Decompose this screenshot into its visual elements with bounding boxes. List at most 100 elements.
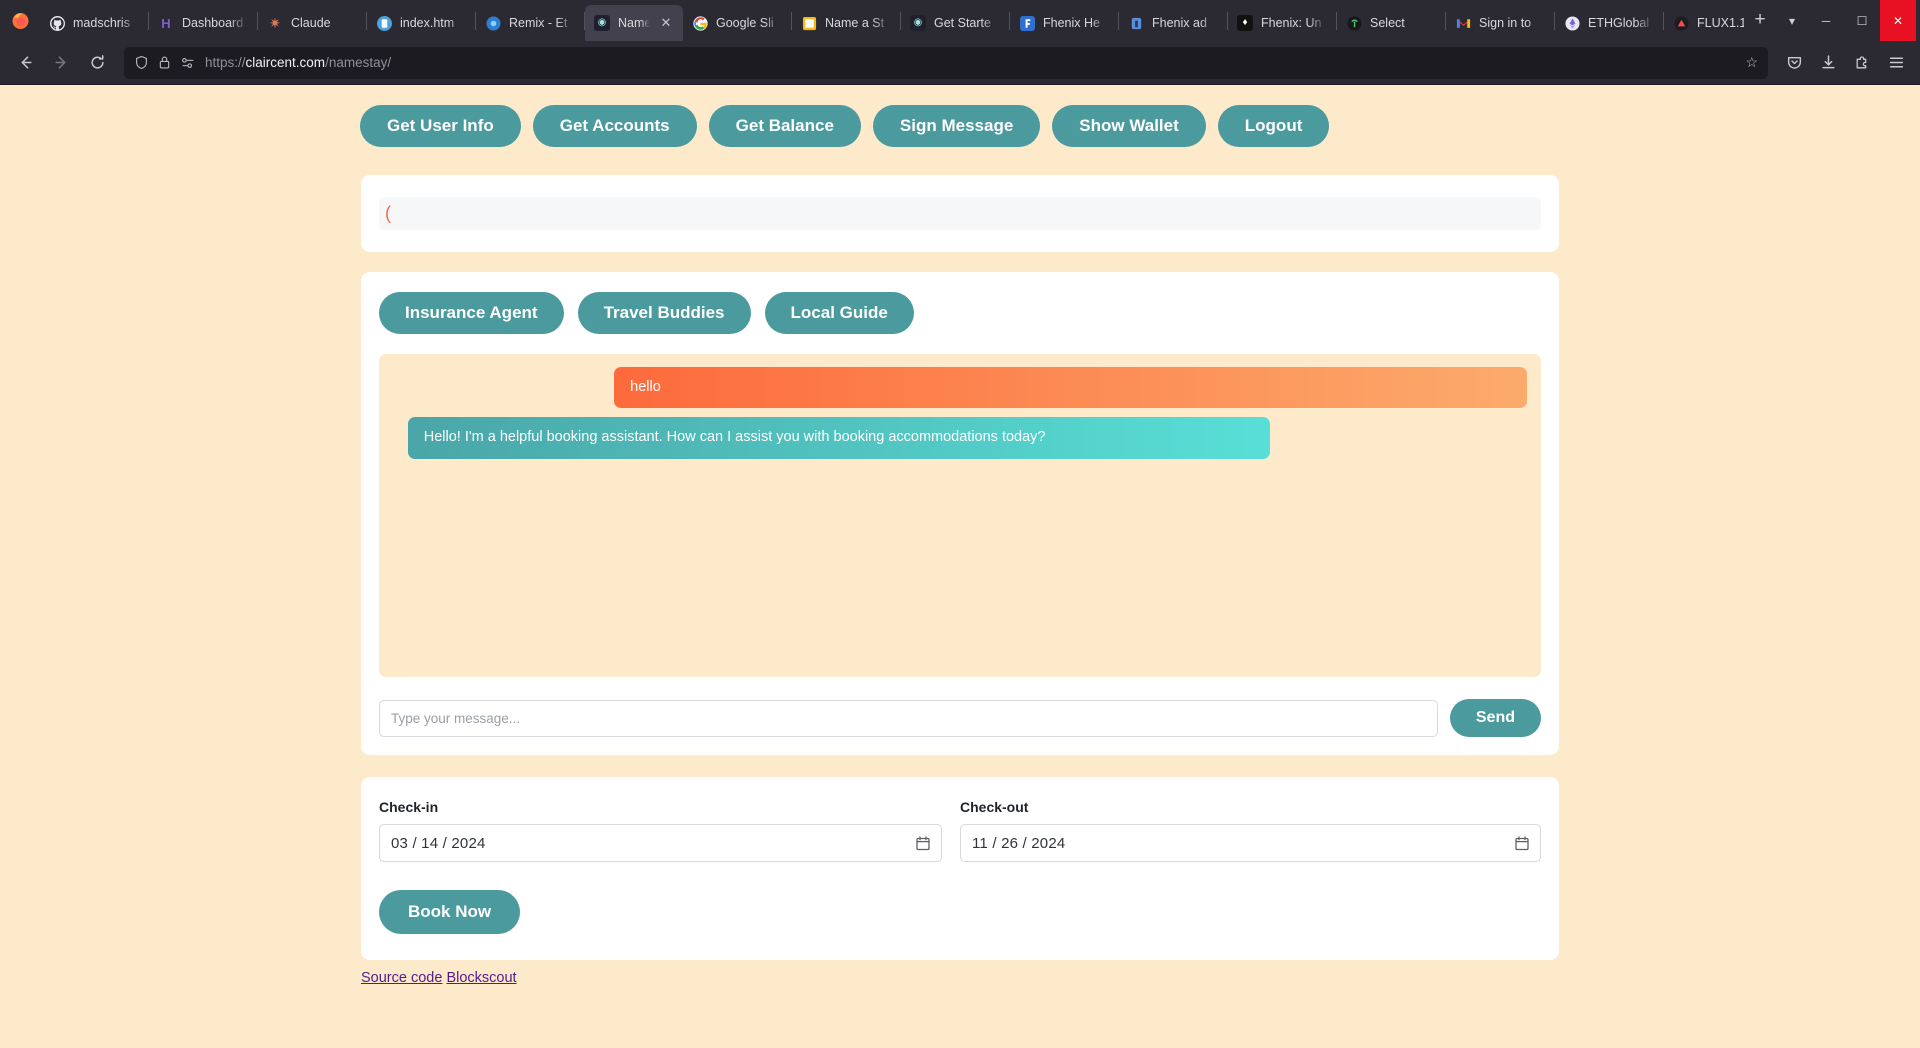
forward-button[interactable] <box>44 47 78 79</box>
tab-0[interactable]: madschris ✕ <box>40 5 148 41</box>
url-text[interactable]: https://claircent.com/namestay/ <box>205 55 1736 70</box>
google-slides-icon <box>692 15 708 31</box>
tab-9[interactable]: Fhenix He ✕ <box>1010 5 1118 41</box>
namestay-icon: ◉ <box>594 15 610 31</box>
agent-local-guide-button[interactable]: Local Guide <box>764 292 914 334</box>
agent-travel-buddies-button[interactable]: Travel Buddies <box>577 292 751 334</box>
checkout-label: Check-out <box>960 799 1029 815</box>
tab-7[interactable]: Name a St ✕ <box>792 5 900 41</box>
permissions-icon[interactable] <box>180 56 196 70</box>
tab-13[interactable]: Sign in to ✕ <box>1446 5 1554 41</box>
tab-4[interactable]: Remix - Et ✕ <box>476 5 584 41</box>
checkout-group: Check-out 11 / 26 / 2024 <box>960 799 1541 862</box>
back-button[interactable] <box>8 47 42 79</box>
browser-window: madschris ✕ H Dashboard ✕ ✷ Claude ✕ ind… <box>0 0 1920 1048</box>
tab-label: Dashboard <box>182 16 244 30</box>
close-icon[interactable]: ✕ <box>658 15 674 31</box>
tab-label: FLUX1.1 [pr <box>1697 16 1744 30</box>
new-tab-button[interactable]: + <box>1744 5 1776 37</box>
tab-label: Remix - Et <box>509 16 568 30</box>
calendar-icon[interactable] <box>916 835 930 851</box>
minimize-button[interactable]: ─ <box>1808 0 1844 41</box>
close-icon: ✕ <box>1892 13 1904 28</box>
flux-icon <box>1673 15 1689 31</box>
tab-label: index.htm <box>400 16 455 30</box>
get-balance-button[interactable]: Get Balance <box>708 105 861 147</box>
huggingface-icon: H <box>161 15 171 31</box>
checkout-date-value: 11 / 26 / 2024 <box>972 834 1066 852</box>
tab-12[interactable]: Select ✕ <box>1337 5 1445 41</box>
maximize-button[interactable]: ☐ <box>1844 0 1880 41</box>
palm-icon <box>1346 15 1362 31</box>
send-button[interactable]: Send <box>1449 699 1541 737</box>
tabs-container: madschris ✕ H Dashboard ✕ ✷ Claude ✕ ind… <box>40 0 1744 41</box>
tab-label: ETHGlobal <box>1588 16 1650 30</box>
fhenix-icon <box>1019 15 1035 31</box>
checkin-date-input[interactable]: 03 / 14 / 2024 <box>379 824 942 862</box>
tab-label: Sign in to <box>1479 16 1532 30</box>
checkin-date-value: 03 / 14 / 2024 <box>391 834 486 852</box>
namestay-app: Get User Info Get Accounts Get Balance S… <box>0 95 1920 986</box>
note-icon <box>801 15 817 31</box>
blockscout-link[interactable]: Blockscout <box>446 970 516 986</box>
tab-14[interactable]: ETHGlobal ✕ <box>1555 5 1663 41</box>
extensions-icon[interactable] <box>1846 47 1878 79</box>
list-all-tabs-icon[interactable]: ▾ <box>1776 5 1808 37</box>
url-host: claircent.com <box>245 55 326 70</box>
github-icon <box>49 15 65 31</box>
reload-button[interactable] <box>80 47 114 79</box>
calendar-icon[interactable] <box>1515 835 1529 851</box>
tab-15[interactable]: FLUX1.1 [pr ✕ <box>1664 5 1744 41</box>
address-bar[interactable]: https://claircent.com/namestay/ ☆ <box>124 46 1768 79</box>
tab-label: Name a <box>618 16 650 30</box>
tab-11[interactable]: ♦ Fhenix: Un ✕ <box>1228 5 1336 41</box>
chat-message-input[interactable] <box>379 699 1438 737</box>
fhenix-dark-icon: ♦ <box>1237 15 1253 31</box>
tab-10[interactable]: Fhenix ad ✕ <box>1119 5 1227 41</box>
tab-8[interactable]: ◉ Get Starte ✕ <box>901 5 1009 41</box>
downloads-icon[interactable] <box>1812 47 1844 79</box>
booking-card: Check-in 03 / 14 / 2024 Check-out 11 / 2… <box>361 777 1559 960</box>
tab-label: Claude <box>291 16 331 30</box>
tab-label: Fhenix: Un <box>1261 16 1322 30</box>
book-now-button[interactable]: Book Now <box>379 890 521 934</box>
remix-icon <box>485 15 501 31</box>
page-viewport: Get User Info Get Accounts Get Balance S… <box>0 85 1920 1048</box>
file-icon <box>376 15 392 31</box>
get-user-info-button[interactable]: Get User Info <box>360 105 521 147</box>
tab-1[interactable]: H Dashboard ✕ <box>149 5 257 41</box>
tab-6[interactable]: Google Sli ✕ <box>683 5 791 41</box>
url-path: /namestay/ <box>325 55 392 70</box>
agent-insurance-button[interactable]: Insurance Agent <box>379 292 564 334</box>
navigation-toolbar: https://claircent.com/namestay/ ☆ <box>0 41 1920 85</box>
logout-button[interactable]: Logout <box>1217 105 1330 147</box>
tab-3[interactable]: index.htm ✕ <box>367 5 475 41</box>
lock-icon[interactable] <box>158 55 171 70</box>
wallet-actions-row: Get User Info Get Accounts Get Balance S… <box>0 95 1920 147</box>
checkout-date-input[interactable]: 11 / 26 / 2024 <box>960 824 1541 862</box>
chat-input-row: Send <box>379 699 1541 737</box>
sign-message-button[interactable]: Sign Message <box>872 105 1041 147</box>
tab-label: Fhenix ad <box>1152 16 1207 30</box>
tab-label: madschris <box>73 16 130 30</box>
fhenix-alt-icon <box>1128 15 1144 31</box>
source-code-link[interactable]: Source code <box>361 970 442 986</box>
show-wallet-button[interactable]: Show Wallet <box>1052 105 1206 147</box>
checkin-label: Check-in <box>379 799 439 815</box>
hamburger-menu-icon[interactable] <box>1880 47 1912 79</box>
tab-label: Name a St <box>825 16 885 30</box>
window-close-button[interactable]: ✕ <box>1880 0 1916 41</box>
tab-5-active[interactable]: ◉ Name a ✕ <box>585 5 683 41</box>
gmail-icon <box>1455 15 1471 31</box>
chat-message-list[interactable]: hello Hello! I'm a helpful booking assis… <box>379 354 1541 677</box>
shield-icon[interactable] <box>134 55 149 70</box>
claude-icon: ✷ <box>269 15 281 31</box>
tab-label: Get Starte <box>934 16 991 30</box>
tab-label: Google Sli <box>716 16 774 30</box>
tab-2[interactable]: ✷ Claude ✕ <box>258 5 366 41</box>
save-to-pocket-icon[interactable] <box>1778 47 1810 79</box>
bookmark-star-icon[interactable]: ☆ <box>1745 54 1758 71</box>
get-accounts-button[interactable]: Get Accounts <box>532 105 697 147</box>
window-controls: ─ ☐ ✕ <box>1808 0 1916 41</box>
chat-card: Insurance Agent Travel Buddies Local Gui… <box>361 272 1559 755</box>
